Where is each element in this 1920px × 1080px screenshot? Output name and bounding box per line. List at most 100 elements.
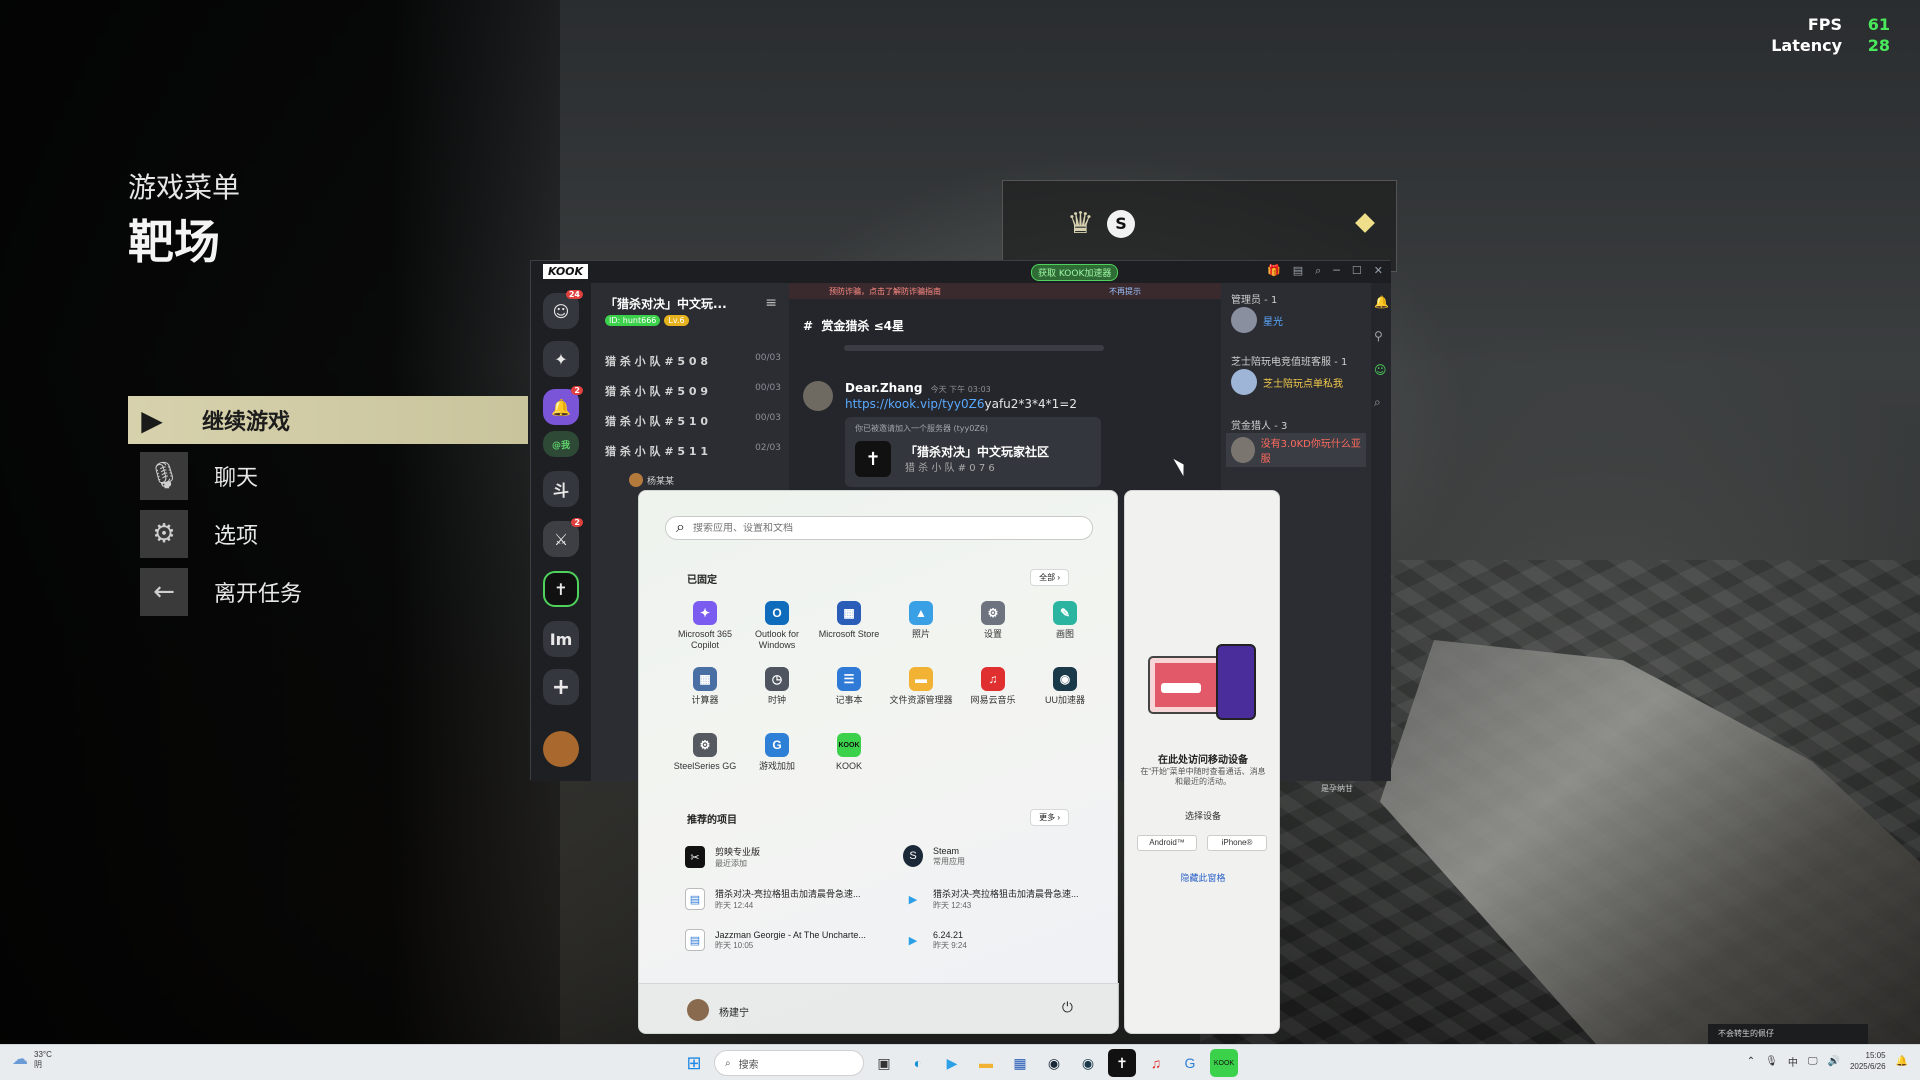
gameplus-icon[interactable]: G — [1176, 1049, 1204, 1077]
iphone-button[interactable]: iPhone® — [1207, 835, 1267, 851]
app-photos[interactable]: ▲ 照片 — [885, 601, 957, 659]
mentions-button[interactable]: @我 — [543, 431, 579, 457]
server-button-fight[interactable]: 斗 — [543, 471, 579, 507]
menu-item-options[interactable]: ⚙ 选项 — [140, 510, 528, 558]
start-search-input[interactable] — [692, 522, 1073, 534]
android-button[interactable]: Android™ — [1137, 835, 1197, 851]
voice-channel[interactable]: 猎 杀 小 队 # 5 0 9 00/03 — [605, 383, 781, 399]
app-paint[interactable]: ✎ 画图 — [1029, 601, 1101, 659]
recommended-item[interactable]: ▤ 猎杀对决-亮拉格狙击加清晨骨急速... 昨天 12:44 — [685, 887, 885, 911]
server-name[interactable]: 「猎杀对决」中文玩... — [605, 295, 727, 312]
menu-item-chat[interactable]: 🎙 聊天 — [140, 452, 528, 500]
app-kook[interactable]: KOOK KOOK — [813, 733, 885, 791]
maximize-button[interactable]: ☐ — [1352, 264, 1362, 278]
scrollbar[interactable] — [844, 345, 1104, 351]
members-icon[interactable]: ☺ — [1374, 363, 1387, 377]
windows-start-icon[interactable]: ⊞ — [680, 1049, 708, 1077]
notice-dismiss-link[interactable]: 不再提示 — [1109, 286, 1141, 297]
recommended-item[interactable]: ▤ Jazzman Georgie - At The Uncharte... 昨… — [685, 929, 885, 951]
app-notepad[interactable]: ☰ 记事本 — [813, 667, 885, 725]
hide-pane-link[interactable]: 隐藏此窗格 — [1125, 871, 1281, 884]
start-search-box[interactable]: ⌕ — [665, 516, 1093, 540]
doc-icon: ▤ — [685, 888, 705, 910]
server-button-mod[interactable]: ⚔ 2 — [543, 518, 583, 557]
notification-icon[interactable]: 🔔 — [1896, 1056, 1908, 1067]
clock[interactable]: 15:05 2025/6/26 — [1850, 1050, 1886, 1072]
voice-channel[interactable]: 猎 杀 小 队 # 5 1 1 02/03 — [605, 443, 781, 459]
server-button-im[interactable]: Im — [543, 621, 579, 657]
recommended-item[interactable]: ✂ 剪映专业版 最近添加 — [685, 845, 885, 869]
app-steelseries[interactable]: ⚙ SteelSeries GG — [669, 733, 741, 791]
invite-link[interactable]: https://kook.vip/tyy0Z6 — [845, 397, 984, 411]
server-button-hunt[interactable]: ✝ — [543, 571, 579, 607]
rec-title: 猎杀对决-亮拉格狙击加清晨骨急速... — [715, 889, 861, 899]
app-label: 记事本 — [835, 695, 863, 705]
recommended-item[interactable]: S Steam 常用应用 — [903, 845, 1103, 867]
app-netease-music[interactable]: ♫ 网易云音乐 — [957, 667, 1029, 725]
recommended-item[interactable]: ▶ 猎杀对决-亮拉格狙击加清晨骨急速... 昨天 12:43 — [903, 887, 1103, 911]
direct-messages-button[interactable]: ☺ 24 — [543, 290, 583, 329]
edge-icon[interactable]: ◐ — [904, 1049, 932, 1077]
hunt-game-icon[interactable]: ✝ — [1108, 1049, 1136, 1077]
app-uu[interactable]: ◉ UU加速器 — [1029, 667, 1101, 725]
menu-item-continue[interactable]: ▶ 继续游戏 — [128, 396, 528, 444]
ime-indicator[interactable]: 中 — [1788, 1054, 1798, 1069]
discover-button[interactable]: ✦ — [543, 341, 579, 377]
invite-card[interactable]: 你已被邀请加入一个服务器 (tyy0Z6) ✝ 「猎杀对决」中文玩家社区 猎 杀… — [845, 417, 1101, 487]
member-row[interactable]: 没有3.0KD你玩什么亚服 — [1226, 433, 1366, 467]
app-calculator[interactable]: ▦ 计算器 — [669, 667, 741, 725]
notification-toast[interactable]: 不会转生的佩仔 — [1708, 1024, 1868, 1044]
close-button[interactable]: ✕ — [1374, 264, 1383, 278]
app-settings[interactable]: ⚙ 设置 — [957, 601, 1029, 659]
taskbar-search[interactable]: ⌕ 搜索 — [714, 1050, 864, 1076]
media-icon: ▶ — [908, 893, 918, 906]
menu-item-leave[interactable]: ← 离开任务 — [140, 568, 528, 616]
pinned-apps-grid: ✦ Microsoft 365 Copilot O Outlook for Wi… — [669, 601, 1089, 791]
task-view-icon[interactable]: ▣ — [870, 1049, 898, 1077]
gift-icon[interactable]: 🎁 — [1267, 264, 1281, 278]
app-file-explorer[interactable]: ▬ 文件资源管理器 — [885, 667, 957, 725]
chevron-up-icon[interactable]: ⌃ — [1747, 1056, 1755, 1067]
add-server-button[interactable]: + — [543, 669, 579, 705]
app-store[interactable]: ▦ Microsoft Store — [813, 601, 885, 659]
uu-icon[interactable]: ◉ — [1074, 1049, 1102, 1077]
power-icon[interactable]: ⏻ — [1062, 999, 1073, 1016]
app-copilot[interactable]: ✦ Microsoft 365 Copilot — [669, 601, 741, 659]
app-gameplus[interactable]: G 游戏加加 — [741, 733, 813, 791]
notifications-server-button[interactable]: 🔔 2 — [543, 386, 583, 425]
voice-channel[interactable]: 猎 杀 小 队 # 5 0 8 00/03 — [605, 353, 781, 369]
microphone-icon[interactable]: 🎙 — [1765, 1056, 1778, 1067]
folder-icon[interactable]: ▬ — [972, 1049, 1000, 1077]
avatar[interactable] — [687, 999, 709, 1021]
media-player-icon[interactable]: ▶ — [938, 1049, 966, 1077]
voice-channel[interactable]: 猎 杀 小 队 # 5 1 0 00/03 — [605, 413, 781, 429]
inbox-icon[interactable]: ▤ — [1293, 264, 1303, 278]
more-button[interactable]: 更多 › — [1030, 809, 1069, 826]
network-icon[interactable]: 🖵 — [1808, 1056, 1818, 1067]
menu-icon[interactable]: ≡ — [765, 295, 777, 311]
recommended-item[interactable]: ▶ 6.24.21 昨天 9:24 — [903, 929, 1103, 951]
message-author-name[interactable]: Dear.Zhang — [845, 381, 922, 395]
member-row[interactable]: 星光 — [1231, 307, 1283, 333]
user-name[interactable]: 杨建宁 — [719, 1004, 749, 1019]
pin-icon[interactable]: ⚲ — [1374, 329, 1383, 343]
app-outlook[interactable]: O Outlook for Windows — [741, 601, 813, 659]
weather-widget[interactable]: ☁ 33°C 阴 — [12, 1050, 52, 1070]
steam-icon[interactable]: ◉ — [1040, 1049, 1068, 1077]
voice-user[interactable]: 杨某某 — [629, 473, 674, 487]
avatar[interactable] — [803, 381, 833, 411]
minimize-button[interactable]: ─ — [1333, 264, 1340, 278]
search-icon[interactable]: ⌕ — [1374, 395, 1381, 410]
user-avatar[interactable] — [543, 731, 579, 767]
app-label: 计算器 — [691, 695, 719, 705]
member-row[interactable]: 芝士陪玩点单私我 — [1231, 369, 1343, 395]
kook-icon[interactable]: KOOK — [1210, 1049, 1238, 1077]
kook-accelerator-button[interactable]: 获取 KOOK加速器 — [1031, 264, 1119, 281]
search-icon[interactable]: ⌕ — [1315, 264, 1321, 278]
app-clock[interactable]: ◷ 时钟 — [741, 667, 813, 725]
volume-icon[interactable]: 🔊 — [1828, 1056, 1840, 1067]
store-icon[interactable]: ▦ — [1006, 1049, 1034, 1077]
bell-icon[interactable]: 🔔 — [1374, 295, 1389, 309]
all-apps-button[interactable]: 全部 › — [1030, 569, 1069, 586]
netease-music-icon[interactable]: ♫ — [1142, 1049, 1170, 1077]
